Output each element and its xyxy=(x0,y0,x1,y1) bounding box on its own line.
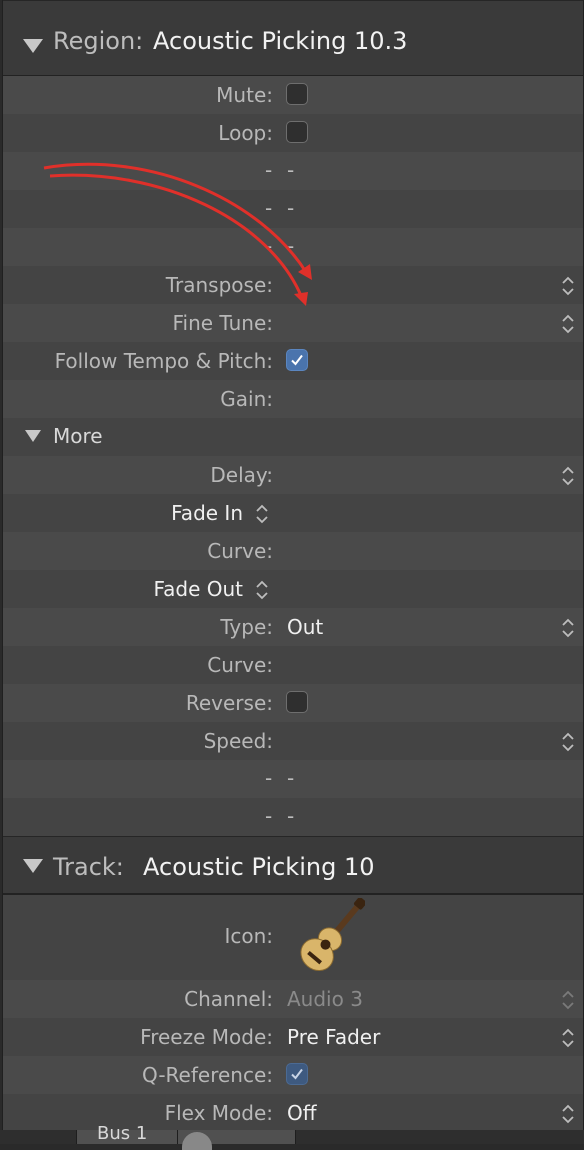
acoustic-guitar-icon[interactable] xyxy=(285,898,365,976)
stepper-icon[interactable] xyxy=(561,1103,575,1125)
empty-row: - - xyxy=(3,152,583,190)
region-section-header[interactable]: Region: Acoustic Picking 10.3 xyxy=(3,0,583,77)
dash-placeholder: - xyxy=(265,804,273,828)
stepper-icon[interactable] xyxy=(561,731,575,753)
stepper-icon[interactable] xyxy=(561,617,575,639)
fade-out-row: Fade Out xyxy=(3,570,583,608)
gain-label: Gain: xyxy=(220,387,273,411)
more-label: More xyxy=(53,424,103,448)
bus-slot[interactable]: Bus 1 xyxy=(76,1123,296,1150)
dash-placeholder: - xyxy=(287,766,295,790)
dash-placeholder: - xyxy=(265,766,273,790)
icon-label: Icon: xyxy=(224,924,273,948)
loop-label: Loop: xyxy=(218,121,273,145)
disclosure-triangle-icon[interactable] xyxy=(25,430,41,442)
follow-tempo-checkbox[interactable] xyxy=(286,349,308,371)
empty-row: - - xyxy=(3,798,583,836)
channel-label: Channel: xyxy=(184,987,273,1011)
channel-row: Channel: Audio 3 xyxy=(3,980,583,1018)
type-label: Type: xyxy=(220,615,273,639)
track-section-header[interactable]: Track: Acoustic Picking 10 xyxy=(3,836,583,895)
disclosure-triangle-icon[interactable] xyxy=(23,859,43,873)
knob-icon[interactable] xyxy=(182,1132,212,1150)
empty-row: - - xyxy=(3,760,583,798)
fade-in-row: Fade In xyxy=(3,494,583,532)
transpose-row[interactable]: Transpose: xyxy=(3,266,583,304)
stepper-icon[interactable] xyxy=(561,1027,575,1049)
fade-out-popup[interactable]: Fade Out xyxy=(153,577,243,601)
dash-placeholder: - xyxy=(287,804,295,828)
dash-placeholder: - xyxy=(265,158,273,182)
fine-tune-row[interactable]: Fine Tune: xyxy=(3,304,583,342)
q-reference-label: Q-Reference: xyxy=(142,1063,273,1087)
bus-label: Bus 1 xyxy=(97,1123,148,1144)
fade-out-curve-row[interactable]: Curve: xyxy=(3,646,583,684)
empty-row: - - xyxy=(3,228,583,266)
stepper-icon[interactable] xyxy=(561,465,575,487)
stepper-icon[interactable] xyxy=(255,579,269,601)
region-name[interactable]: Acoustic Picking 10.3 xyxy=(153,27,407,55)
type-row[interactable]: Type: Out xyxy=(3,608,583,646)
flex-mode-value[interactable]: Off xyxy=(287,1101,317,1125)
region-inspector-panel: Region: Acoustic Picking 10.3 Mute: Loop… xyxy=(2,0,584,1144)
channel-value: Audio 3 xyxy=(287,987,363,1011)
type-value[interactable]: Out xyxy=(287,615,323,639)
curve-label: Curve: xyxy=(207,539,273,563)
track-header-label: Track: xyxy=(53,853,124,881)
curve-label: Curve: xyxy=(207,653,273,677)
flex-mode-row[interactable]: Flex Mode: Off xyxy=(3,1094,583,1132)
checkmark-icon xyxy=(291,1068,303,1080)
reverse-label: Reverse: xyxy=(185,691,273,715)
loop-checkbox[interactable] xyxy=(286,121,308,143)
q-reference-row: Q-Reference: xyxy=(3,1056,583,1094)
dash-placeholder: - xyxy=(265,234,273,258)
fade-in-popup[interactable]: Fade In xyxy=(171,501,243,525)
fine-tune-label: Fine Tune: xyxy=(172,311,273,335)
mute-label: Mute: xyxy=(216,83,273,107)
delay-label: Delay: xyxy=(210,463,273,487)
reverse-row: Reverse: xyxy=(3,684,583,722)
flex-mode-label: Flex Mode: xyxy=(164,1101,273,1125)
freeze-mode-row[interactable]: Freeze Mode: Pre Fader xyxy=(3,1018,583,1056)
stepper-icon[interactable] xyxy=(255,503,269,525)
empty-row: - - xyxy=(3,190,583,228)
loop-row: Loop: xyxy=(3,114,583,152)
gain-row[interactable]: Gain: xyxy=(3,380,583,418)
stepper-icon[interactable] xyxy=(561,275,575,297)
stepper-icon xyxy=(562,990,574,1010)
dash-placeholder: - xyxy=(265,196,273,220)
mute-checkbox[interactable] xyxy=(286,83,308,105)
more-disclosure-row[interactable]: More xyxy=(3,418,583,456)
dash-placeholder: - xyxy=(287,234,295,258)
delay-row[interactable]: Delay: xyxy=(3,456,583,494)
stepper-icon[interactable] xyxy=(561,313,575,335)
follow-tempo-label: Follow Tempo & Pitch: xyxy=(54,349,273,373)
speed-row[interactable]: Speed: xyxy=(3,722,583,760)
disclosure-triangle-icon[interactable] xyxy=(23,39,43,53)
q-reference-checkbox[interactable] xyxy=(286,1063,308,1085)
reverse-checkbox[interactable] xyxy=(286,691,308,713)
dash-placeholder: - xyxy=(287,196,295,220)
freeze-mode-value[interactable]: Pre Fader xyxy=(287,1025,380,1049)
transpose-label: Transpose: xyxy=(165,273,273,297)
channel-strip-peek: Bus 1 xyxy=(0,1123,584,1150)
follow-tempo-row: Follow Tempo & Pitch: xyxy=(3,342,583,380)
freeze-mode-label: Freeze Mode: xyxy=(140,1025,273,1049)
icon-row: Icon: xyxy=(3,896,583,976)
region-header-label: Region: xyxy=(53,27,144,55)
track-name[interactable]: Acoustic Picking 10 xyxy=(143,853,374,881)
dash-placeholder: - xyxy=(287,158,295,182)
checkmark-icon xyxy=(291,354,303,366)
fade-in-curve-row[interactable]: Curve: xyxy=(3,532,583,570)
speed-label: Speed: xyxy=(203,729,273,753)
mute-row: Mute: xyxy=(3,76,583,114)
